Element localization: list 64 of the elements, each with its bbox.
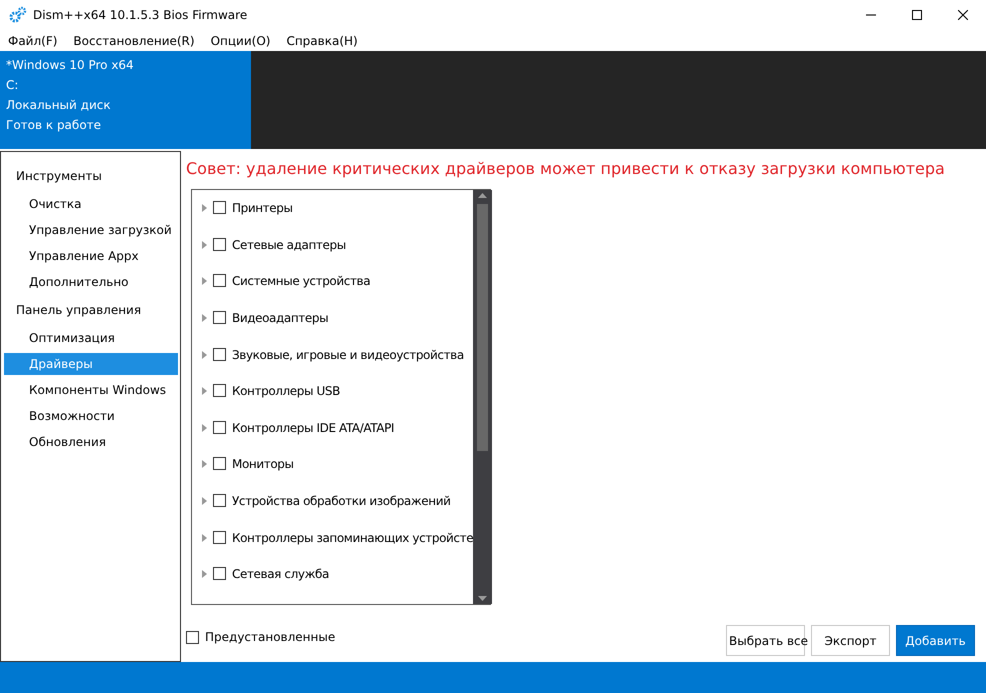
driver-category: Принтеры — [232, 201, 293, 215]
expand-arrow-icon[interactable] — [201, 277, 207, 286]
checkbox[interactable] — [213, 274, 226, 288]
sidebar-item[interactable]: Очистка — [4, 193, 178, 215]
expand-arrow-icon[interactable] — [201, 460, 207, 468]
sidebar-item[interactable]: Управление Appx — [4, 245, 178, 267]
menu-item[interactable]: Файл(F) — [0, 32, 66, 50]
checkbox[interactable] — [213, 310, 226, 324]
warning-text: Совет: удаление критических драйверов может привести к отказу загрузки компьютера — [186, 159, 946, 179]
image-info-text: C: — [6, 77, 20, 93]
expand-arrow-icon[interactable] — [201, 314, 207, 322]
expand-arrow-icon[interactable] — [201, 350, 207, 359]
expand-arrow-icon[interactable] — [201, 497, 207, 506]
image-info-text: Готов к работе — [6, 117, 102, 133]
sidebar-item[interactable]: Управление загрузкой — [4, 219, 178, 241]
checkbox[interactable] — [213, 494, 226, 508]
checkbox[interactable] — [213, 201, 226, 214]
window-title: Dism++x64 10.1.5.3 Bios Firmware — [33, 7, 248, 24]
image-info-text: *Windows 10 Pro x64 — [6, 57, 135, 73]
expand-arrow-icon[interactable] — [201, 424, 207, 432]
driver-category: Видеоадаптеры — [232, 310, 328, 325]
driver-category: Контроллеры запоминающих устройсте — [232, 530, 474, 545]
checkbox[interactable] — [213, 348, 226, 361]
driver-category: Сетевые адаптеры — [232, 238, 346, 252]
expand-arrow-icon[interactable] — [201, 240, 207, 249]
checkbox[interactable] — [213, 567, 226, 580]
checkbox[interactable] — [213, 457, 226, 470]
image-info-text: Локальный диск — [6, 97, 112, 113]
action-button[interactable]: Выбрать все — [726, 625, 805, 656]
action-button[interactable]: Добавить — [896, 625, 975, 656]
expand-arrow-icon[interactable] — [201, 534, 207, 542]
checkbox[interactable] — [213, 238, 226, 251]
sidebar-heading: Инструменты — [15, 168, 103, 185]
image-info-panel[interactable]: *Windows 10 Pro x64 C: Локальный диск Готов к работе — [0, 51, 251, 149]
expand-arrow-icon[interactable] — [201, 387, 207, 396]
driver-category: Системные устройства — [232, 274, 370, 288]
sidebar-item[interactable]: Обновления — [4, 431, 178, 453]
driver-category: Сетевая служба — [232, 567, 329, 582]
checkbox[interactable] — [186, 630, 199, 644]
scrollbar[interactable] — [473, 190, 492, 604]
scroll-up-icon[interactable] — [478, 193, 488, 198]
checkbox[interactable] — [213, 384, 226, 398]
sidebar-item[interactable]: Оптимизация — [4, 327, 178, 349]
menu-item[interactable]: Восстановление(R) — [65, 32, 203, 50]
expand-arrow-icon[interactable] — [201, 570, 207, 578]
menu-item[interactable]: Опции(O) — [202, 32, 278, 50]
sidebar-item[interactable]: Драйверы — [4, 353, 178, 375]
scroll-down-icon[interactable] — [478, 596, 488, 601]
action-button[interactable]: Экспорт — [811, 625, 890, 656]
gears-icon — [9, 6, 27, 24]
sidebar-item[interactable]: Дополнительно — [4, 271, 178, 293]
sidebar-item[interactable]: Компоненты Windows — [4, 379, 178, 401]
expand-arrow-icon[interactable] — [201, 204, 207, 212]
menu-item[interactable]: Справка(H) — [278, 32, 366, 50]
driver-category: Контроллеры USB — [232, 384, 340, 398]
driver-category: Устройства обработки изображений — [232, 494, 451, 508]
checkbox[interactable] — [213, 420, 226, 434]
sidebar-item[interactable]: Возможности — [4, 405, 178, 427]
driver-category: Звуковые, игровые и видеоустройства — [232, 348, 464, 362]
driver-category: Мониторы — [232, 457, 294, 472]
checkbox-label: Предустановленные — [205, 629, 336, 646]
checkbox[interactable] — [213, 530, 226, 544]
driver-category: Контроллеры IDE ATA/ATAPI — [232, 420, 394, 435]
sidebar-heading: Панель управления — [15, 302, 142, 319]
